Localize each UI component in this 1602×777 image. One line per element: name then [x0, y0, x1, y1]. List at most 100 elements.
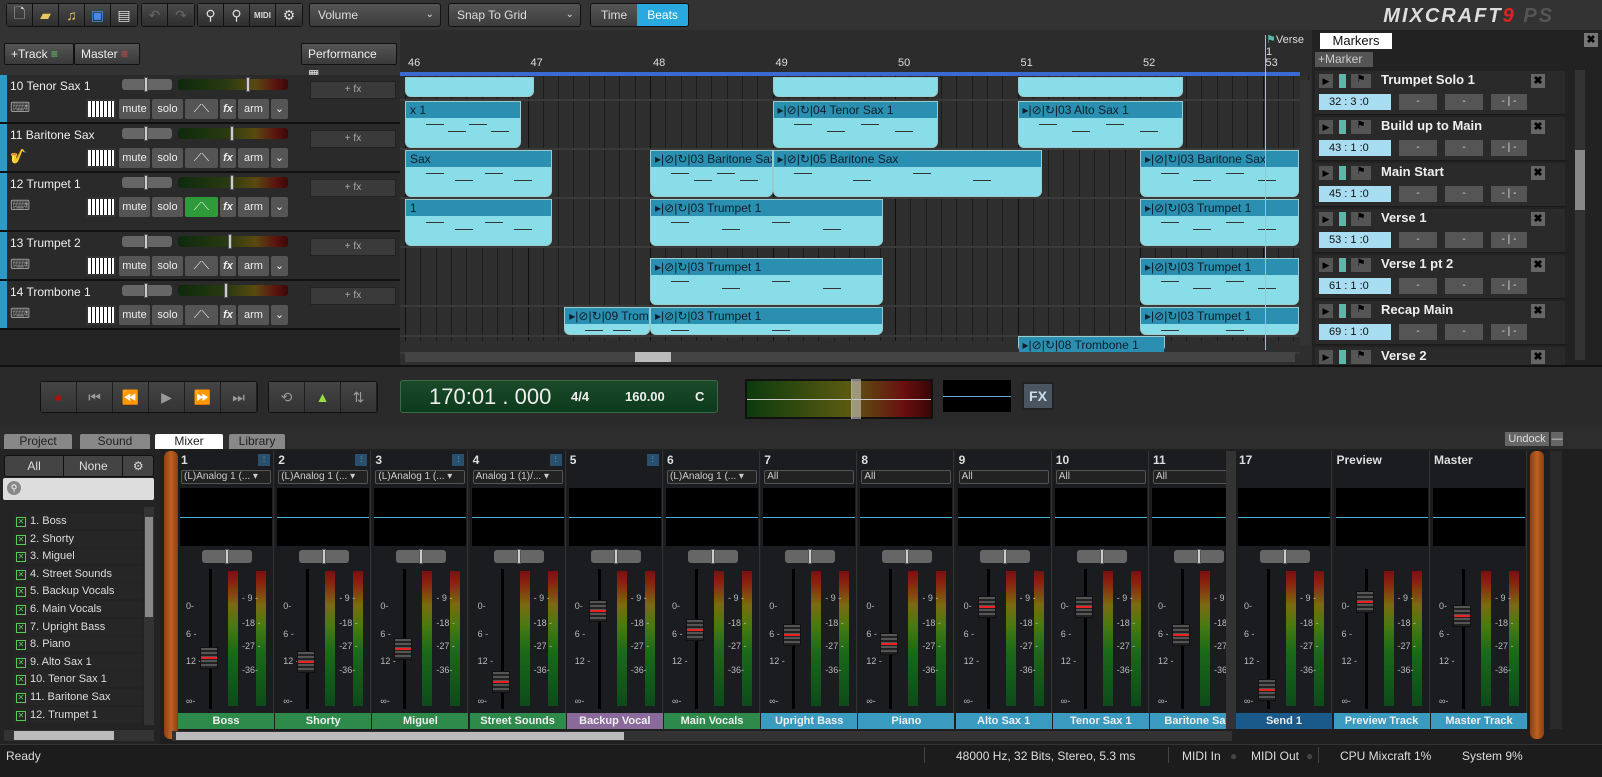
mixer-vertical-scrollbar[interactable]: [1550, 451, 1562, 729]
clip-loop-icon[interactable]: ↻: [677, 309, 687, 323]
piano-keyboard-icon[interactable]: [86, 148, 116, 168]
clip-loop-icon[interactable]: ↻: [677, 201, 687, 215]
clip-header[interactable]: ▸|⊘|↻|04 Tenor Sax 1: [773, 102, 937, 118]
marker-color-swatch[interactable]: [1339, 350, 1346, 364]
play-icon[interactable]: ▶: [1319, 166, 1333, 180]
time-signature[interactable]: 4/4: [571, 389, 589, 404]
clip-mute-icon[interactable]: ⊘: [578, 309, 588, 323]
clip-header[interactable]: ▸|⊘|↻|09 Trombone 1: [565, 308, 649, 324]
input-select[interactable]: All: [958, 470, 1049, 484]
flag-icon[interactable]: ⚑: [1351, 212, 1371, 226]
piano-keyboard-icon[interactable]: [86, 197, 116, 217]
track-name[interactable]: 13 Trumpet 2: [10, 236, 81, 250]
insert-icon[interactable]: ⫶: [549, 454, 562, 466]
input-select[interactable]: Analog 1 (1)/... ▾: [472, 470, 563, 484]
marker-color-swatch[interactable]: [1339, 304, 1346, 318]
timeline[interactable]: 46 47 48 49 50 51 52 53 x 1 ▸|⊘|↻|04 Tenor Sax 1…: [400, 30, 1312, 365]
flag-icon[interactable]: ⚑: [1351, 166, 1371, 180]
clip-loop-icon[interactable]: ↻: [800, 152, 810, 166]
arm-button[interactable]: arm: [238, 148, 269, 168]
select-none-button[interactable]: None: [64, 456, 124, 476]
chevron-down-icon[interactable]: ⌄: [271, 99, 288, 119]
track-row[interactable]: 10 Tenor Sax 1 ⌨ mute solo ⟋⟍ fx arm ⌄ +…: [0, 75, 400, 124]
track-row[interactable]: 12 Trumpet 1 ⌨ mute solo ⟋⟍ fx arm ⌄ + f…: [0, 173, 400, 232]
clip-play-icon[interactable]: ▸: [1145, 309, 1151, 323]
volume-slider[interactable]: [178, 283, 288, 298]
volume-fader[interactable]: [1355, 591, 1374, 613]
volume-fader[interactable]: [880, 633, 899, 656]
marker-name[interactable]: Verse 1: [1381, 210, 1427, 225]
input-select[interactable]: (L)Analog 1 (... ▾: [375, 470, 466, 484]
pan-handle[interactable]: [1283, 549, 1287, 564]
strip-name[interactable]: Alto Sax 1: [955, 713, 1052, 729]
volume-fader[interactable]: [977, 595, 996, 618]
volume-fader[interactable]: [588, 600, 607, 623]
clip-play-icon[interactable]: ▸: [778, 152, 784, 166]
input-select[interactable]: All: [764, 470, 855, 484]
clip-play-icon[interactable]: ▸: [655, 152, 661, 166]
marker-item[interactable]: ▶ ⚑ Main Start ✖ 45 : 1 :0 - - - | -: [1315, 163, 1565, 207]
automation-icon[interactable]: ⟋⟍: [185, 305, 218, 325]
pan-handle[interactable]: [711, 549, 715, 564]
clip-play-icon[interactable]: ▸: [655, 201, 661, 215]
delete-marker-icon[interactable]: ✖: [1531, 166, 1545, 180]
settings-icon[interactable]: ⚙: [123, 456, 153, 476]
marker-name[interactable]: Main Start: [1381, 164, 1444, 179]
strip-name[interactable]: Preview Track: [1333, 713, 1430, 729]
new-file-icon[interactable]: 🗋: [7, 4, 33, 26]
clip-header[interactable]: ▸|⊘|↻|03 Trumpet 1: [1141, 200, 1299, 216]
marker-name[interactable]: Build up to Main: [1381, 118, 1482, 133]
solo-button[interactable]: solo: [152, 256, 183, 276]
volume-fader[interactable]: [783, 623, 802, 646]
marker-range[interactable]: - | -: [1491, 232, 1527, 248]
master-volume-handle[interactable]: [851, 379, 861, 419]
fast-forward-icon[interactable]: ⏩: [185, 382, 221, 412]
add-fx-button[interactable]: + fx: [310, 287, 396, 305]
clip-mute-icon[interactable]: ⊘: [1032, 103, 1042, 117]
clip-mute-icon[interactable]: ⊘: [664, 260, 674, 274]
pan-handle[interactable]: [225, 549, 229, 564]
pan-slider[interactable]: [122, 77, 172, 92]
marker-item[interactable]: ▶ ⚑ Verse 1 ✖ 53 : 1 :0 - - - | -: [1315, 209, 1565, 253]
clip-mute-icon[interactable]: ⊘: [664, 309, 674, 323]
midi-clip[interactable]: ▸|⊘|↻|03 Baritone Sax: [1140, 150, 1300, 197]
marker-color-swatch[interactable]: [1339, 258, 1346, 272]
clip-play-icon[interactable]: ▸: [1145, 260, 1151, 274]
clip-mute-icon[interactable]: ⊘: [1154, 309, 1164, 323]
fader-track[interactable]: [209, 569, 212, 709]
automation-icon[interactable]: ⟋⟍: [185, 197, 218, 217]
clip-loop-icon[interactable]: ↻: [1045, 103, 1055, 117]
mute-button[interactable]: mute: [119, 148, 150, 168]
solo-button[interactable]: solo: [152, 197, 183, 217]
clip-mute-icon[interactable]: ⊘: [787, 152, 797, 166]
clip-header[interactable]: Sax: [406, 151, 551, 167]
automation-select[interactable]: Volume ⌄: [309, 3, 441, 27]
fx-button[interactable]: fx: [220, 197, 236, 217]
midi-clip[interactable]: ▸|⊘|↻|03 Trumpet 1: [1140, 307, 1300, 338]
pan-slider[interactable]: [299, 549, 350, 564]
clip-header[interactable]: ▸|⊘|↻|05 Baritone Sax: [773, 151, 1041, 167]
settings-icon[interactable]: ⚙: [276, 4, 302, 26]
clip-mute-icon[interactable]: ⊘: [1154, 152, 1164, 166]
clip-mute-icon[interactable]: ⊘: [1032, 338, 1042, 352]
midi-clip[interactable]: [772, 77, 938, 97]
strip-name[interactable]: Street Sounds: [469, 713, 566, 729]
select-all-button[interactable]: All: [5, 456, 65, 476]
sync-icon[interactable]: ⇅: [341, 382, 377, 412]
arm-button[interactable]: arm: [238, 305, 269, 325]
solo-button[interactable]: solo: [152, 99, 183, 119]
undo-icon[interactable]: ↶: [142, 4, 168, 26]
flag-icon[interactable]: ⚑: [1351, 304, 1371, 318]
volume-handle[interactable]: [224, 283, 228, 298]
midi-clip[interactable]: x 1: [405, 101, 522, 148]
pan-handle[interactable]: [905, 549, 910, 564]
input-select[interactable]: (L)Analog 1 (... ▾: [278, 470, 369, 484]
midi-clip[interactable]: ▸|⊘|↻|04 Tenor Sax 1: [772, 101, 938, 148]
key[interactable]: C: [695, 389, 704, 404]
checkbox-checked-icon[interactable]: ✕: [16, 552, 26, 563]
open-folder-icon[interactable]: ▰: [33, 4, 59, 26]
marker-range[interactable]: - | -: [1491, 186, 1527, 202]
playhead-marker-flag[interactable]: ⚑Verse 1: [1266, 33, 1312, 58]
clip-loop-icon[interactable]: ↻: [1167, 201, 1177, 215]
midi-clip[interactable]: ▸|⊘|↻|08 Trombone 1: [1017, 336, 1165, 353]
